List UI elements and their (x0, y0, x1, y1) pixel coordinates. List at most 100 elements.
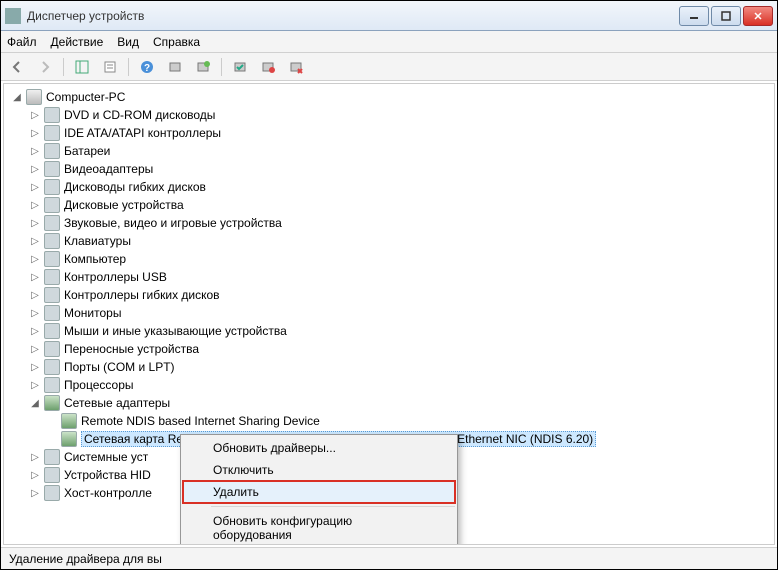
expand-icon[interactable]: ▷ (28, 180, 42, 194)
expand-icon[interactable]: ▷ (28, 144, 42, 158)
computer-icon (26, 89, 42, 105)
expand-icon[interactable]: ▷ (28, 252, 42, 266)
device-category-icon (44, 485, 60, 501)
tree-category[interactable]: ▷ Переносные устройства (6, 340, 772, 358)
forward-button[interactable] (33, 56, 57, 78)
tree-category[interactable]: ▷ Контроллеры USB (6, 268, 772, 286)
tree-category[interactable]: ▷Дисковые устройства (6, 196, 772, 214)
scan-hardware-button[interactable] (163, 56, 187, 78)
root-label: Compucter-PC (46, 90, 125, 104)
collapse-icon[interactable]: ◢ (10, 90, 24, 104)
category-label: Процессоры (64, 378, 134, 392)
tree-category[interactable]: ▷ DVD и CD-ROM дисководы (6, 106, 772, 124)
expand-icon[interactable]: ▷ (28, 468, 42, 482)
window-title: Диспетчер устройств (27, 9, 679, 23)
show-hide-tree-button[interactable] (70, 56, 94, 78)
device-tree[interactable]: ◢ Compucter-PC ▷ DVD и CD-ROM дисководы ▷ I… (3, 83, 775, 545)
tree-category[interactable]: ▷ Батареи (6, 142, 772, 160)
enable-button[interactable] (228, 56, 252, 78)
tree-category[interactable]: ▷ Дисководы гибких дисков (6, 178, 772, 196)
expand-icon[interactable]: ▷ (28, 486, 42, 500)
collapse-icon[interactable]: ◢ (28, 396, 42, 410)
device-category-icon (44, 467, 60, 483)
window-buttons (679, 6, 773, 26)
tree-category[interactable]: ▷Компьютер (6, 250, 772, 268)
tree-category[interactable]: ▷Мониторы (6, 304, 772, 322)
expand-icon[interactable]: ▷ (28, 324, 42, 338)
expand-icon[interactable]: ▷ (28, 378, 42, 392)
expand-icon[interactable]: ▷ (28, 216, 42, 230)
properties-button[interactable] (98, 56, 122, 78)
close-icon (753, 11, 763, 21)
device-category-icon (44, 143, 60, 159)
category-label: Дисководы гибких дисков (64, 180, 206, 194)
device-category-icon (44, 305, 60, 321)
tree-category[interactable]: ▷Контроллеры гибких дисков (6, 286, 772, 304)
maximize-button[interactable] (711, 6, 741, 26)
category-label: Звуковые, видео и игровые устройства (64, 216, 282, 230)
category-label: Клавиатуры (64, 234, 131, 248)
device-category-icon (44, 359, 60, 375)
tree-root[interactable]: ◢ Compucter-PC (6, 88, 772, 106)
tree-category[interactable]: ▷ IDE ATA/ATAPI контроллеры (6, 124, 772, 142)
tree-category[interactable]: ▷ Звуковые, видео и игровые устройства (6, 214, 772, 232)
minimize-button[interactable] (679, 6, 709, 26)
ctx-disable[interactable]: Отключить (183, 459, 455, 481)
expand-icon[interactable]: ▷ (28, 288, 42, 302)
category-label: Порты (COM и LPT) (64, 360, 175, 374)
device-category-icon (44, 287, 60, 303)
expand-icon[interactable]: ▷ (28, 450, 42, 464)
expand-icon[interactable]: ▷ (28, 162, 42, 176)
device-category-icon (44, 197, 60, 213)
tree-category[interactable]: ▷ Порты (COM и LPT) (6, 358, 772, 376)
back-icon (10, 60, 24, 74)
menu-action[interactable]: Действие (51, 35, 104, 49)
expand-icon[interactable]: ▷ (28, 270, 42, 284)
toolbar: ? (1, 53, 777, 81)
expand-icon[interactable]: ▷ (28, 108, 42, 122)
menu-help[interactable]: Справка (153, 35, 200, 49)
maximize-icon (721, 11, 731, 21)
category-label: Переносные устройства (64, 342, 199, 356)
network-adapter-icon (44, 395, 60, 411)
help-button[interactable]: ? (135, 56, 159, 78)
ctx-rescan[interactable]: Обновить конфигурацию оборудования (183, 510, 455, 545)
expand-icon[interactable]: ▷ (28, 360, 42, 374)
ctx-uninstall[interactable]: Удалить (183, 481, 455, 503)
category-label: IDE ATA/ATAPI контроллеры (64, 126, 221, 140)
expand-icon[interactable]: ▷ (28, 306, 42, 320)
ctx-update-drivers[interactable]: Обновить драйверы... (183, 437, 455, 459)
category-label: Устройства HID (64, 468, 151, 482)
help-icon: ? (140, 60, 154, 74)
expand-icon[interactable]: ▷ (28, 234, 42, 248)
toolbar-separator (63, 58, 64, 76)
network-device-icon (61, 413, 77, 429)
device-category-icon (44, 377, 60, 393)
device-category-icon (44, 233, 60, 249)
tree-device-rndis[interactable]: Remote NDIS based Internet Sharing Devic… (6, 412, 772, 430)
tree-category[interactable]: ▷ Процессоры (6, 376, 772, 394)
expand-icon[interactable]: ▷ (28, 198, 42, 212)
device-category-icon (44, 323, 60, 339)
disable-button[interactable] (256, 56, 280, 78)
enable-icon (233, 60, 247, 74)
menu-file[interactable]: Файл (7, 35, 37, 49)
expand-icon[interactable]: ▷ (28, 342, 42, 356)
category-label: Контроллеры USB (64, 270, 167, 284)
close-button[interactable] (743, 6, 773, 26)
device-category-icon (44, 125, 60, 141)
expand-icon[interactable]: ▷ (28, 126, 42, 140)
category-label: DVD и CD-ROM дисководы (64, 108, 215, 122)
update-driver-button[interactable] (191, 56, 215, 78)
tree-category[interactable]: ▷ Клавиатуры (6, 232, 772, 250)
uninstall-button[interactable] (284, 56, 308, 78)
tree-category-network-adapters[interactable]: ◢ Сетевые адаптеры (6, 394, 772, 412)
menu-view[interactable]: Вид (117, 35, 139, 49)
tree-category[interactable]: ▷Мыши и иные указывающие устройства (6, 322, 772, 340)
back-button[interactable] (5, 56, 29, 78)
toolbar-separator (221, 58, 222, 76)
device-category-icon (44, 161, 60, 177)
category-label: Батареи (64, 144, 110, 158)
tree-category[interactable]: ▷Видеоадаптеры (6, 160, 772, 178)
device-category-icon (44, 269, 60, 285)
